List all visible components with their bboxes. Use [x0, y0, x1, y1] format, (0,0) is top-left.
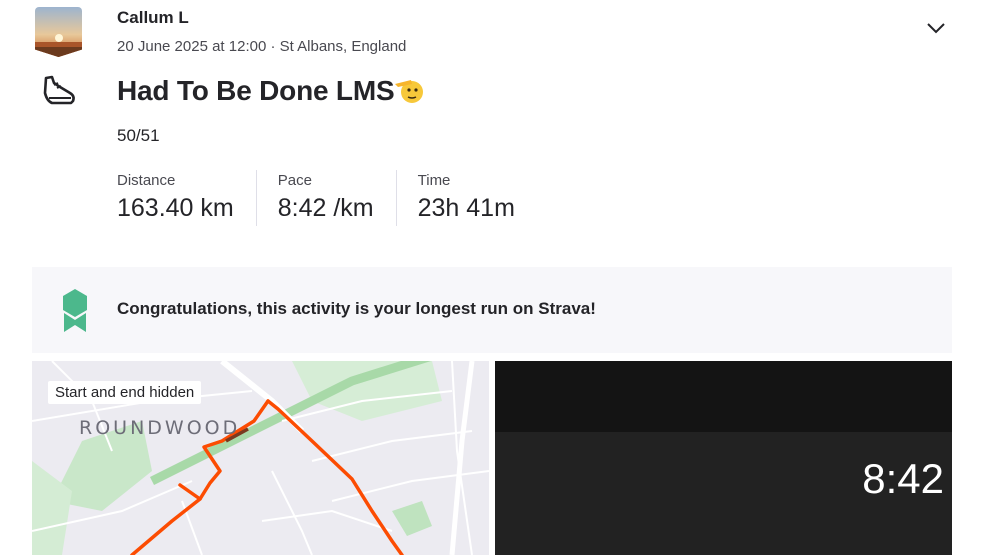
activity-media[interactable]: 8:42	[495, 361, 952, 555]
stat-distance: Distance 163.40 km	[117, 170, 257, 226]
achievement-text: Congratulations, this activity is your l…	[117, 299, 596, 318]
chevron-down-icon[interactable]	[924, 16, 948, 40]
stat-value: 163.40 km	[117, 194, 234, 222]
achievement-banner: Congratulations, this activity is your l…	[32, 267, 952, 353]
media-top-band	[495, 361, 952, 432]
route-map[interactable]: Start and end hidden ROUNDWOOD	[32, 361, 489, 555]
stat-value: 23h 41m	[417, 194, 515, 222]
athlete-avatar[interactable]	[35, 7, 82, 57]
activity-title-text: Had To Be Done LMS	[117, 75, 395, 106]
running-shoe-icon	[40, 74, 78, 108]
stat-time: Time 23h 41m	[418, 170, 537, 226]
start-end-hidden-tag: Start and end hidden	[48, 381, 202, 404]
stat-label: Pace	[277, 172, 312, 189]
activity-title[interactable]: Had To Be Done LMS	[117, 75, 425, 112]
media-pace-overlay: 8:42	[862, 455, 944, 502]
stat-label: Distance	[117, 172, 176, 189]
stat-value: 8:42 /km	[277, 194, 374, 222]
stat-pace: Pace 8:42 /km	[278, 170, 397, 226]
activity-stats: Distance 163.40 km Pace 8:42 /km Time 23…	[117, 170, 558, 226]
activity-date-location: 20 June 2025 at 12:00 · St Albans, Engla…	[117, 38, 407, 55]
achievement-badge-icon	[62, 289, 88, 333]
map-area-label: ROUNDWOOD	[79, 417, 241, 439]
stat-label: Time	[417, 172, 451, 189]
activity-description: 50/51	[117, 126, 160, 145]
athlete-name[interactable]: Callum L	[117, 8, 189, 28]
saluting-face-emoji	[395, 77, 425, 112]
